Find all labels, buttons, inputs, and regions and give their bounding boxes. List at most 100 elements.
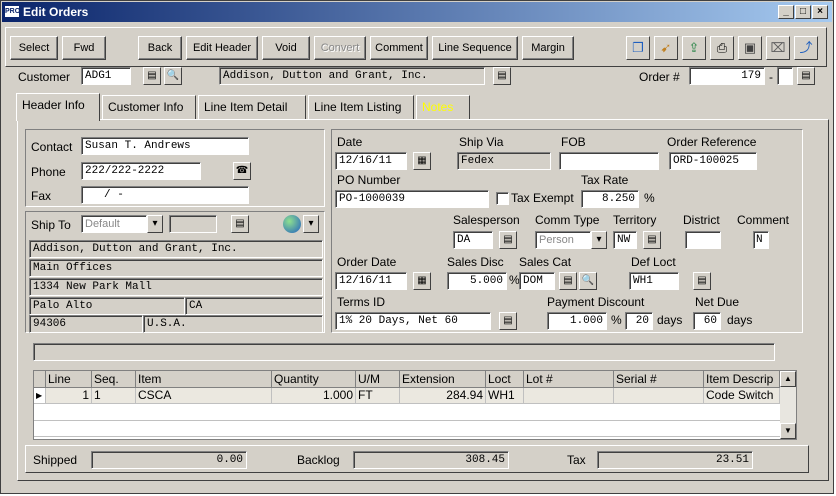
empty-row[interactable] [34,405,780,421]
copy-icon[interactable]: ❐ [626,36,650,60]
comment-flag-input[interactable]: N [753,231,769,249]
table-cell[interactable]: FT [356,388,400,404]
terms-lookup-icon[interactable]: ▤ [499,312,517,330]
column-header[interactable]: Extension [400,371,486,388]
payment-discount-label: Payment Discount [547,295,645,309]
salesperson-lookup-icon[interactable]: ▤ [499,231,517,249]
window-title: Edit Orders [23,5,89,19]
table-cell[interactable] [524,388,614,404]
order-number-input[interactable]: 179 [689,67,765,85]
po-number-input[interactable]: PO-1000039 [335,190,489,208]
net-due-label: Net Due [695,295,740,309]
customer-search-icon[interactable]: 🔍 [164,67,182,85]
select-button[interactable]: Select [10,36,58,60]
column-header[interactable]: Item [136,371,272,388]
ship-to-dropdown-icon[interactable]: ▾ [147,215,163,233]
order-reference-input[interactable]: ORD-100025 [669,152,757,170]
exit-icon[interactable]: ⤴ [794,36,818,60]
tab-line-item-detail[interactable]: Line Item Detail [198,95,306,119]
comm-type-select[interactable]: Person [535,231,591,249]
scroll-down-icon[interactable]: ▼ [780,423,796,439]
comment-button[interactable]: Comment [370,36,428,60]
contact-input[interactable]: Susan T. Andrews [81,137,249,155]
ship-to-select[interactable]: Default [81,215,147,233]
maximize-button[interactable]: □ [795,5,811,19]
close-button[interactable]: × [812,5,828,19]
tax-exempt-checkbox[interactable] [496,192,509,205]
comm-type-dropdown-icon[interactable]: ▾ [591,231,607,249]
table-cell[interactable]: Code Switch [704,388,780,404]
line-sequence-button[interactable]: Line Sequence [432,36,518,60]
def-loct-input[interactable]: WH1 [629,272,679,290]
ship-to-lookup-icon[interactable]: ▤ [231,215,249,233]
payment-discount-percent: % [611,313,622,327]
scroll-up-icon[interactable]: ▲ [780,371,796,387]
back-button[interactable]: Back [138,36,182,60]
minimize-button[interactable]: _ [778,5,794,19]
tab-customer-info[interactable]: Customer Info [102,95,196,119]
table-cell[interactable] [614,388,704,404]
margin-button[interactable]: Margin [522,36,574,60]
fob-input[interactable] [559,152,659,170]
table-cell[interactable]: 1 [92,388,136,404]
void-button[interactable]: Void [262,36,310,60]
comment-label: Comment [737,213,790,227]
convert-button[interactable]: Convert [314,36,366,60]
sales-disc-label: Sales Disc [447,255,504,269]
column-header[interactable]: Quantity [272,371,356,388]
column-header[interactable]: Item Descrip [704,371,780,388]
table-cell[interactable]: WH1 [486,388,524,404]
order-date-input[interactable]: 12/16/11 [335,272,407,290]
tab-notes[interactable]: Notes [416,95,470,119]
customer-name-lookup-icon[interactable]: ▤ [493,67,511,85]
sales-disc-input[interactable]: 5.000 [447,272,507,290]
def-loct-lookup-icon[interactable]: ▤ [693,272,711,290]
phone-dial-icon[interactable]: ☎ [233,162,251,180]
district-input[interactable] [685,231,721,249]
territory-lookup-icon[interactable]: ▤ [643,231,661,249]
sales-cat-lookup-icon[interactable]: ▤ [559,272,577,290]
salesperson-label: Salesperson [453,213,520,227]
print-icon[interactable]: ⎙ [710,36,734,60]
customer-lookup-icon[interactable]: ▤ [143,67,161,85]
tab-line-item-listing[interactable]: Line Item Listing [308,95,414,119]
order-lookup-icon[interactable]: ▤ [797,67,815,85]
fax-input[interactable]: / - [81,186,249,204]
order-suffix-input[interactable] [777,67,793,85]
sales-cat-input[interactable]: DOM [519,272,555,290]
column-header[interactable]: U/M [356,371,400,388]
sales-cat-search-icon[interactable]: 🔍 [579,272,597,290]
globe-dropdown-icon[interactable]: ▾ [303,215,319,233]
fwd-button[interactable]: Fwd [62,36,106,60]
payment-discount-input[interactable]: 1.000 [547,312,607,330]
delete-icon[interactable]: ⌧ [766,36,790,60]
table-cell[interactable]: 1 [46,388,92,404]
column-header[interactable]: Loct [486,371,524,388]
edit-header-button[interactable]: Edit Header [186,36,258,60]
column-header[interactable]: Seq. [92,371,136,388]
territory-input[interactable]: NW [613,231,637,249]
globe-icon[interactable] [283,215,301,233]
table-cell[interactable]: 284.94 [400,388,486,404]
table-cell[interactable]: CSCA [136,388,272,404]
column-header[interactable]: Serial # [614,371,704,388]
column-header[interactable]: Lot # [524,371,614,388]
phone-label: Phone [31,165,66,179]
tab-header-info[interactable]: Header Info [16,93,100,121]
empty-row[interactable] [34,421,780,437]
transfer-icon[interactable]: ➹ [654,36,678,60]
terms-id-input[interactable]: 1% 20 Days, Net 60 [335,312,491,330]
table-cell[interactable]: 1.000 [272,388,356,404]
tax-rate-input[interactable]: 8.250 [581,190,639,208]
date-calendar-icon[interactable]: ▦ [413,152,431,170]
payment-days-input[interactable]: 20 [625,312,653,330]
save-icon[interactable]: ▣ [738,36,762,60]
customer-code-input[interactable]: ADG1 [81,67,131,85]
order-date-calendar-icon[interactable]: ▦ [413,272,431,290]
net-due-input[interactable]: 60 [693,312,721,330]
salesperson-input[interactable]: DA [453,231,493,249]
column-header[interactable]: Line [46,371,92,388]
export-icon[interactable]: ⇪ [682,36,706,60]
phone-input[interactable]: 222/222-2222 [81,162,201,180]
date-input[interactable]: 12/16/11 [335,152,407,170]
